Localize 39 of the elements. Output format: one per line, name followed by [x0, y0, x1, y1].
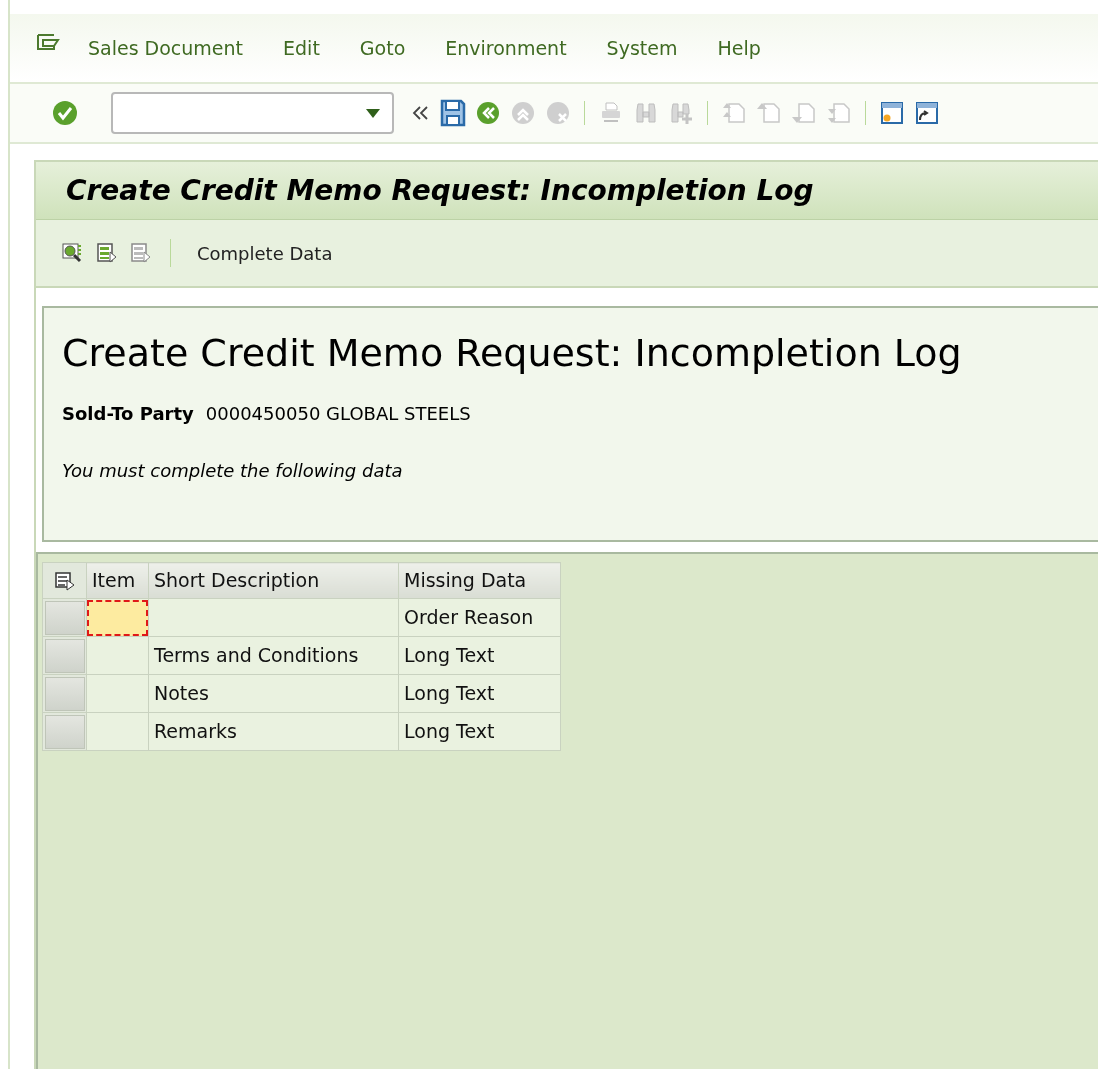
table-cell: Order Reason: [398, 598, 561, 637]
shortcut-window-icon[interactable]: [914, 100, 940, 126]
back-icon[interactable]: [475, 100, 501, 126]
menu-item[interactable]: System: [606, 33, 678, 63]
column-header[interactable]: Item: [86, 562, 149, 599]
menu-item[interactable]: Edit: [283, 33, 320, 63]
table-cell: Long Text: [398, 674, 561, 713]
item-input[interactable]: [87, 599, 148, 636]
table-cell: Notes: [148, 674, 399, 713]
menu-item[interactable]: Goto: [359, 33, 406, 63]
instruction-text: You must complete the following data: [62, 458, 404, 483]
save-icon[interactable]: [440, 99, 466, 127]
menu-item[interactable]: Sales Document: [88, 33, 244, 63]
row-selector[interactable]: [44, 676, 85, 711]
column-header[interactable]: Missing Data: [398, 562, 561, 599]
deselect-all-icon[interactable]: [130, 242, 152, 264]
complete-data-button[interactable]: Complete Data: [189, 235, 341, 271]
table-cell: Long Text: [398, 636, 561, 675]
row-selector[interactable]: [44, 714, 85, 749]
table-cell: Terms and Conditions: [148, 636, 399, 675]
menu-item[interactable]: Environment: [445, 33, 567, 63]
sold-to-value: 0000450050 GLOBAL STEELS: [205, 401, 471, 426]
column-header[interactable]: Short Description: [148, 562, 399, 599]
page-heading: Create Credit Memo Request: Incompletion Log: [62, 330, 963, 377]
command-field[interactable]: [111, 92, 394, 134]
table-cell: Remarks: [148, 712, 399, 751]
enter-icon[interactable]: [52, 100, 78, 126]
menu-item[interactable]: Help: [717, 33, 761, 63]
window-title: Create Credit Memo Request: Incompletion Log: [66, 172, 814, 209]
row-selector[interactable]: [44, 638, 85, 673]
row-selector[interactable]: [44, 600, 85, 635]
new-window-icon[interactable]: [879, 100, 905, 126]
sold-to-label: Sold-To Party: [62, 401, 194, 426]
dropdown-icon[interactable]: [366, 108, 380, 118]
select-all-icon[interactable]: [96, 242, 118, 264]
table-cell: Long Text: [398, 712, 561, 751]
column-settings-icon[interactable]: [53, 570, 76, 591]
collapse-icon[interactable]: [411, 104, 431, 122]
detail-magnifier-icon[interactable]: [60, 241, 84, 265]
